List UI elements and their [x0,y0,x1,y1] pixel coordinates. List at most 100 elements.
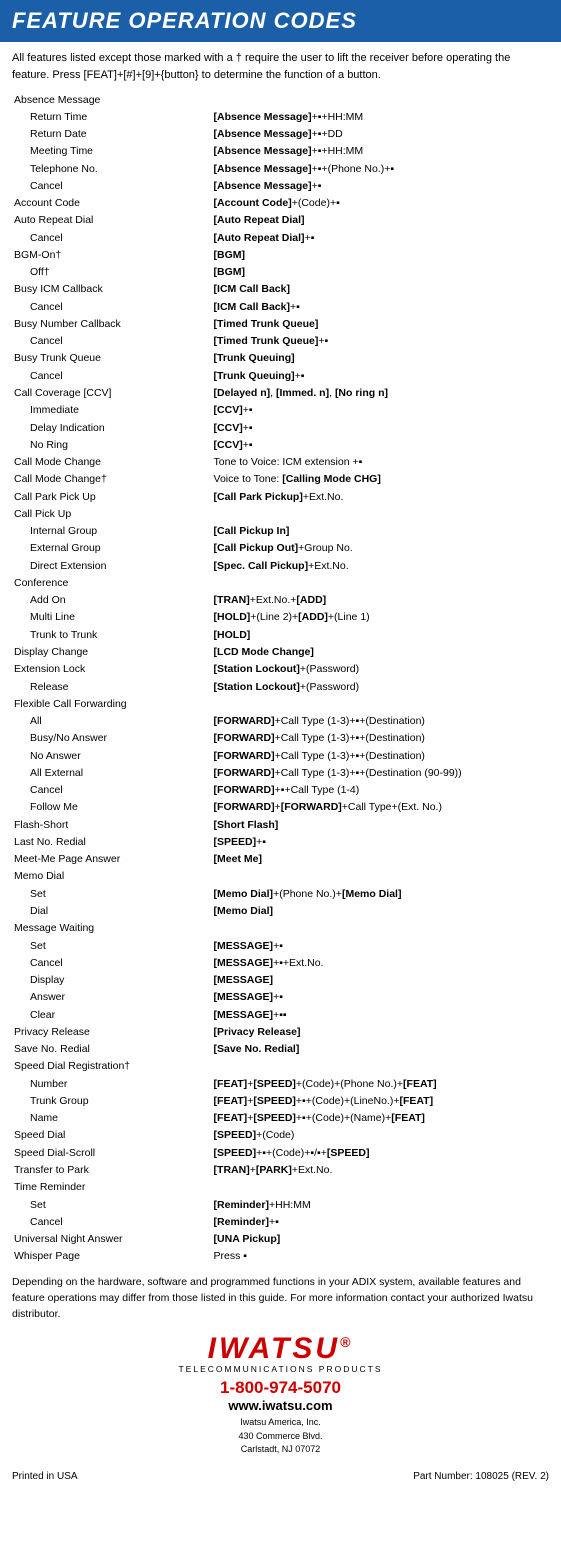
feature-name-cell: Busy ICM Callback [12,281,212,298]
feature-name-cell: Display Change [12,644,212,661]
table-row: All External[FORWARD]+Call Type (1-3)+▪+… [12,764,549,781]
table-row: Auto Repeat Dial[Auto Repeat Dial] [12,212,549,229]
brand-section: IWATSU® TELECOMMUNICATIONS PRODUCTS 1-80… [0,1326,561,1461]
table-row: Name[FEAT]+[SPEED]+▪+(Code)+(Name)+[FEAT… [12,1110,549,1127]
feature-name-cell: Busy Trunk Queue [12,350,212,367]
feature-name-cell: Add On [12,592,212,609]
brand-company: Iwatsu America, Inc. 430 Commerce Blvd. … [12,1416,549,1457]
feature-name-cell: Release [12,678,212,695]
table-row: Cancel[Auto Repeat Dial]+▪ [12,229,549,246]
feature-code-cell: [Call Pickup Out]+Group No. [212,540,549,557]
table-row: Internal Group[Call Pickup In] [12,523,549,540]
feature-name-cell: Cancel [12,1213,212,1230]
table-row: Flash-Short[Short Flash] [12,816,549,833]
table-row: Meet-Me Page Answer[Meet Me] [12,851,549,868]
feature-name-cell: Account Code [12,195,212,212]
table-row: Account Code[Account Code]+(Code)+▪ [12,195,549,212]
feature-name-cell: Cancel [12,954,212,971]
feature-name-cell: Call Mode Change† [12,471,212,488]
table-row: Immediate[CCV]+▪ [12,402,549,419]
table-row: Set[MESSAGE]+▪ [12,937,549,954]
feature-code-cell: [LCD Mode Change] [212,644,549,661]
feature-name-cell: Transfer to Park [12,1161,212,1178]
table-row: Busy Number Callback[Timed Trunk Queue] [12,315,549,332]
table-row: Call Mode Change†Voice to Tone: [Calling… [12,471,549,488]
feature-name-cell: BGM-On† [12,246,212,263]
table-row: Time Reminder [12,1179,549,1196]
feature-name-cell: Set [12,937,212,954]
feature-code-cell [212,695,549,712]
feature-name-cell: Speed Dial [12,1127,212,1144]
feature-name-cell: Whisper Page [12,1248,212,1265]
feature-name-cell: Memo Dial [12,868,212,885]
table-row: Cancel[Timed Trunk Queue]+▪ [12,333,549,350]
feature-code-cell: [BGM] [212,264,549,281]
feature-code-cell: [Auto Repeat Dial] [212,212,549,229]
feature-code-cell: [Call Park Pickup]+Ext.No. [212,488,549,505]
feature-name-cell: Conference [12,574,212,591]
feature-code-cell: [Reminder]+▪ [212,1213,549,1230]
table-row: Memo Dial [12,868,549,885]
feature-code-cell: [Save No. Redial] [212,1041,549,1058]
feature-name-cell: Follow Me [12,799,212,816]
table-row: Release[Station Lockout]+(Password) [12,678,549,695]
table-row: Dial[Memo Dial] [12,902,549,919]
brand-tagline: TELECOMMUNICATIONS PRODUCTS [12,1364,549,1374]
table-row: Call Coverage [CCV][Delayed n], [Immed. … [12,385,549,402]
table-row: Multi Line[HOLD]+(Line 2)+[ADD]+(Line 1) [12,609,549,626]
feature-code-cell: [Delayed n], [Immed. n], [No ring n] [212,385,549,402]
feature-code-cell: [Account Code]+(Code)+▪ [212,195,549,212]
feature-code-cell: [Meet Me] [212,851,549,868]
table-row: Telephone No.[Absence Message]+▪+(Phone … [12,160,549,177]
table-row: Follow Me[FORWARD]+[FORWARD]+Call Type+(… [12,799,549,816]
feature-name-cell: Flash-Short [12,816,212,833]
feature-code-cell: [BGM] [212,246,549,263]
feature-name-cell: Clear [12,1006,212,1023]
feature-name-cell: Multi Line [12,609,212,626]
feature-code-cell: Press ▪ [212,1248,549,1265]
table-row: Message Waiting [12,920,549,937]
table-row: Return Date[Absence Message]+▪+DD [12,126,549,143]
table-row: Clear[MESSAGE]+▪▪ [12,1006,549,1023]
feature-name-cell: Trunk to Trunk [12,626,212,643]
feature-code-cell: [FEAT]+[SPEED]+(Code)+(Phone No.)+[FEAT] [212,1075,549,1092]
table-row: All[FORWARD]+Call Type (1-3)+▪+(Destinat… [12,713,549,730]
feature-name-cell: Call Park Pick Up [12,488,212,505]
feature-code-cell: [FORWARD]+▪+Call Type (1-4) [212,782,549,799]
feature-code-cell [212,868,549,885]
page-footer: Printed in USA Part Number: 108025 (REV.… [0,1465,561,1488]
feature-code-cell: [SPEED]+(Code) [212,1127,549,1144]
intro-text: All features listed except those marked … [0,50,561,91]
table-row: Call Pick Up [12,505,549,522]
table-row: Cancel[MESSAGE]+▪+Ext.No. [12,954,549,971]
feature-name-cell: Trunk Group [12,1092,212,1109]
feature-name-cell: Auto Repeat Dial [12,212,212,229]
table-row: Display Change[LCD Mode Change] [12,644,549,661]
table-row: BGM-On†[BGM] [12,246,549,263]
feature-name-cell: Display [12,972,212,989]
brand-phone: 1-800-974-5070 [12,1378,549,1398]
footer-note: Depending on the hardware, software and … [0,1265,561,1326]
table-row: Direct Extension[Spec. Call Pickup]+Ext.… [12,557,549,574]
feature-name-cell: Cancel [12,229,212,246]
feature-name-cell: Number [12,1075,212,1092]
feature-code-cell: [Call Pickup In] [212,523,549,540]
table-row: Meeting Time[Absence Message]+▪+HH:MM [12,143,549,160]
table-row: Conference [12,574,549,591]
feature-code-cell: [Memo Dial] [212,902,549,919]
table-row: Cancel[Absence Message]+▪ [12,177,549,194]
feature-code-cell: [HOLD]+(Line 2)+[ADD]+(Line 1) [212,609,549,626]
footer-right: Part Number: 108025 (REV. 2) [413,1471,549,1482]
feature-code-cell: [MESSAGE]+▪ [212,937,549,954]
feature-name-cell: Return Date [12,126,212,143]
feature-name-cell: Set [12,885,212,902]
feature-code-cell: [HOLD] [212,626,549,643]
feature-table: Absence MessageReturn Time[Absence Messa… [12,91,549,1265]
table-row: Cancel[Trunk Queuing]+▪ [12,367,549,384]
feature-name-cell: Name [12,1110,212,1127]
feature-code-cell: [FORWARD]+Call Type (1-3)+▪+(Destination… [212,730,549,747]
table-row: Delay Indication[CCV]+▪ [12,419,549,436]
feature-name-cell: Absence Message [12,91,212,108]
table-row: No Answer[FORWARD]+Call Type (1-3)+▪+(De… [12,747,549,764]
feature-code-cell: [TRAN]+[PARK]+Ext.No. [212,1161,549,1178]
